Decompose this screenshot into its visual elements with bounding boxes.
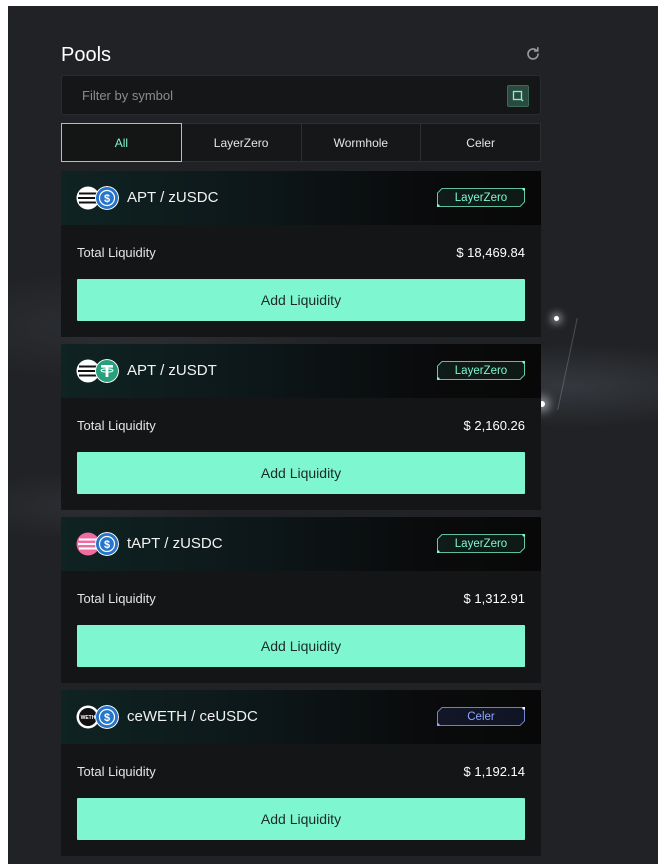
search-icon	[512, 90, 524, 102]
pool-card-header: WETH $ ceWETH / ceUSDC Celer	[61, 690, 541, 744]
refresh-icon[interactable]	[525, 46, 541, 62]
pair-icons: $	[76, 186, 120, 210]
pool-card-body: Total Liquidity $ 1,192.14 Add Liquidity	[61, 744, 541, 856]
bridge-badge: Celer	[437, 707, 525, 726]
liquidity-label: Total Liquidity	[77, 245, 156, 260]
usdc-token-icon: $	[95, 532, 119, 556]
add-liquidity-button[interactable]: Add Liquidity	[77, 625, 525, 667]
add-liquidity-button[interactable]: Add Liquidity	[77, 798, 525, 840]
pool-pair-name: APT / zUSDC	[127, 189, 219, 206]
bridge-badge: LayerZero	[437, 534, 525, 553]
pool-pair-name: ceWETH / ceUSDC	[127, 708, 258, 725]
add-liquidity-button[interactable]: Add Liquidity	[77, 452, 525, 494]
tab-all[interactable]: All	[61, 123, 182, 162]
pair-icons	[76, 359, 120, 383]
weth-icon-text: WETH	[81, 715, 96, 721]
bridge-badge-label: LayerZero	[454, 537, 508, 550]
bridge-filter-tabs: All LayerZero Wormhole Celer	[61, 123, 541, 162]
liquidity-value: $ 2,160.26	[463, 418, 525, 433]
bridge-badge-label: LayerZero	[454, 191, 508, 204]
tab-layerzero[interactable]: LayerZero	[182, 124, 302, 161]
pools-header: Pools	[61, 42, 541, 72]
pair-icons: WETH $	[76, 705, 120, 729]
svg-text:$: $	[104, 539, 110, 551]
pool-card: APT / zUSDT LayerZero Total Liquidity $ …	[61, 344, 541, 510]
page-title: Pools	[61, 44, 112, 66]
bridge-badge: LayerZero	[437, 361, 525, 380]
pool-card: $ tAPT / zUSDC LayerZero Total Liquidity…	[61, 517, 541, 683]
usdc-token-icon: $	[95, 186, 119, 210]
pool-card-header: $ tAPT / zUSDC LayerZero	[61, 517, 541, 571]
liquidity-label: Total Liquidity	[77, 591, 156, 606]
tab-wormhole[interactable]: Wormhole	[302, 124, 422, 161]
pool-card-body: Total Liquidity $ 18,469.84 Add Liquidit…	[61, 225, 541, 337]
usdc-token-icon: $	[95, 705, 119, 729]
add-liquidity-button[interactable]: Add Liquidity	[77, 279, 525, 321]
liquidity-value: $ 1,312.91	[463, 591, 525, 606]
liquidity-value: $ 18,469.84	[456, 245, 525, 260]
svg-text:$: $	[104, 193, 110, 205]
svg-text:$: $	[104, 712, 110, 724]
bridge-badge-label: Celer	[467, 710, 495, 723]
liquidity-label: Total Liquidity	[77, 764, 156, 779]
background-star	[554, 316, 559, 321]
pools-panel: Pools All LayerZero Wormhole Celer	[61, 42, 541, 856]
pool-card-body: Total Liquidity $ 2,160.26 Add Liquidity	[61, 398, 541, 510]
pool-list: $ APT / zUSDC LayerZero Total Liquidity …	[61, 171, 541, 863]
usdt-token-icon	[95, 359, 119, 383]
search-button[interactable]	[507, 85, 529, 107]
pool-pair-name: APT / zUSDT	[127, 362, 217, 379]
search-box	[61, 75, 541, 115]
pool-card-body: Total Liquidity $ 1,312.91 Add Liquidity	[61, 571, 541, 683]
pool-card-header: $ APT / zUSDC LayerZero	[61, 171, 541, 225]
pair-icons: $	[76, 532, 120, 556]
pool-card-header: APT / zUSDT LayerZero	[61, 344, 541, 398]
search-input[interactable]	[62, 76, 502, 114]
pool-card: WETH $ ceWETH / ceUSDC Celer Total Liqui…	[61, 690, 541, 856]
liquidity-value: $ 1,192.14	[463, 764, 525, 779]
bridge-badge-label: LayerZero	[454, 364, 508, 377]
liquidity-label: Total Liquidity	[77, 418, 156, 433]
pool-card: $ APT / zUSDC LayerZero Total Liquidity …	[61, 171, 541, 337]
bridge-badge: LayerZero	[437, 188, 525, 207]
pool-pair-name: tAPT / zUSDC	[127, 535, 223, 552]
tab-celer[interactable]: Celer	[421, 124, 540, 161]
app-frame: Pools All LayerZero Wormhole Celer	[8, 6, 658, 864]
